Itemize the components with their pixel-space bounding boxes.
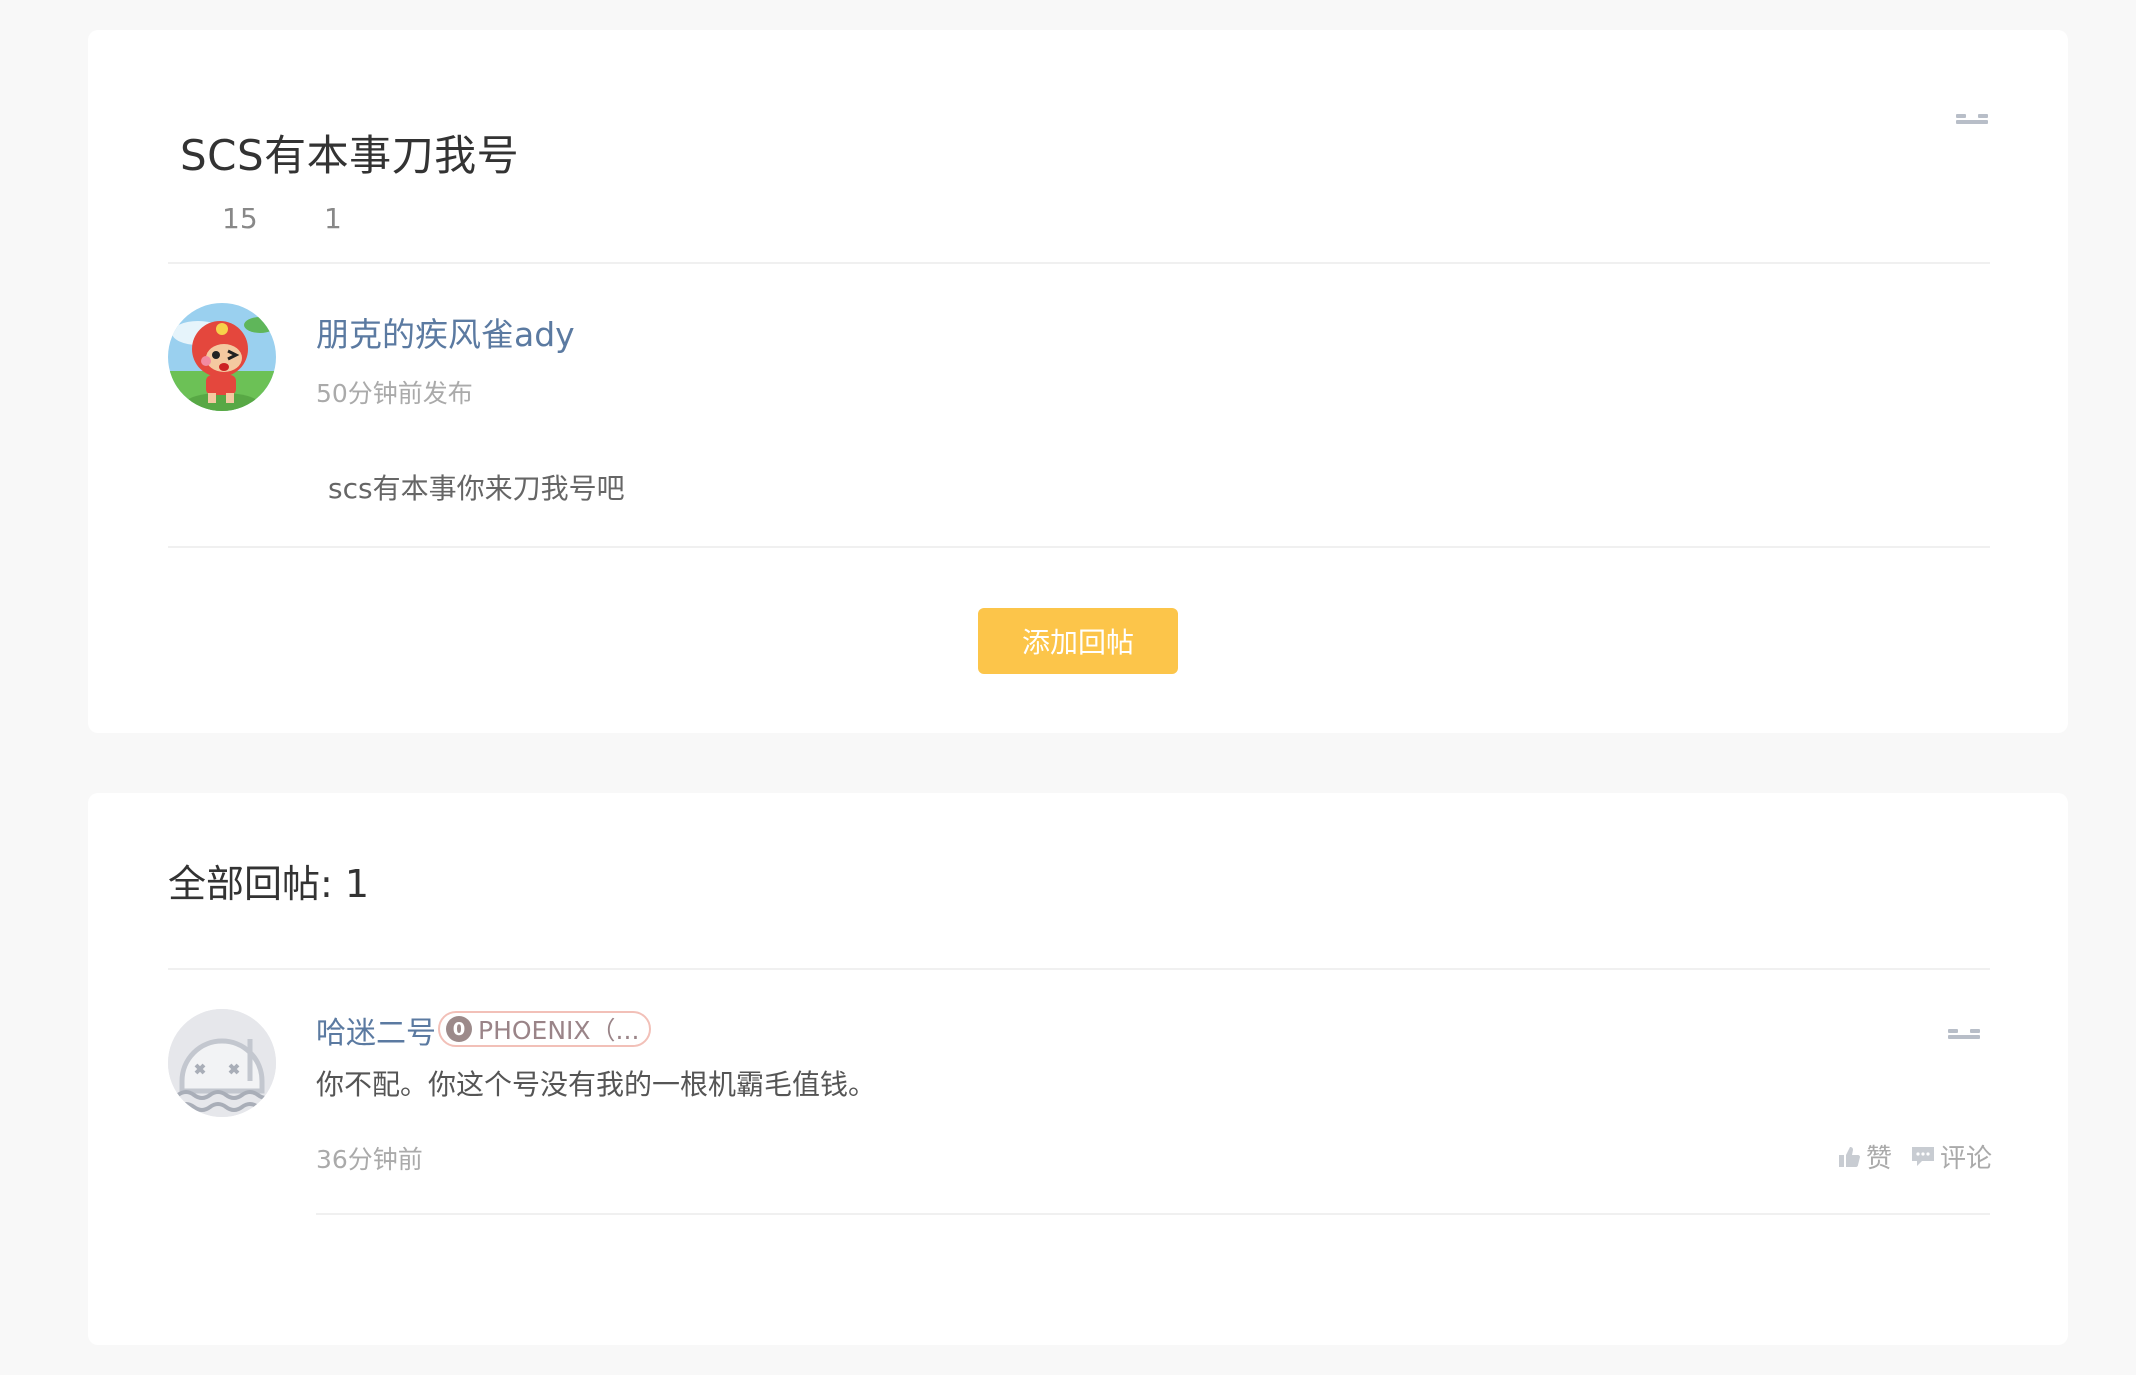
reply-count: 1: [324, 202, 342, 235]
divider: [316, 1213, 1990, 1215]
comment-label: 评论: [1940, 1144, 1993, 1174]
thumbs-up-icon: [1839, 1146, 1860, 1167]
replies-header: 全部回帖: 1: [168, 862, 370, 906]
post-title: SCS有本事刀我号: [180, 131, 520, 180]
add-reply-button[interactable]: 添加回帖: [978, 608, 1178, 674]
post-time: 50分钟前发布: [316, 379, 473, 408]
view-count: 15: [222, 202, 258, 235]
divider: [168, 262, 1990, 264]
reply-content: 你不配。你这个号没有我的一根机霸毛值钱。: [316, 1068, 877, 1101]
reply-author-name[interactable]: 哈迷二号: [316, 1008, 436, 1052]
replies-card: 全部回帖: 1 哈迷二号 0 PHOENIX（... 你不配。你这个号没有我的一…: [88, 793, 2068, 1345]
comment-icon: [1912, 1146, 1934, 1166]
author-avatar[interactable]: [168, 303, 276, 411]
post-content: scs有本事你来刀我号吧: [328, 472, 625, 505]
like-button[interactable]: 赞: [1838, 1138, 1892, 1175]
divider: [168, 546, 1990, 548]
like-label: 赞: [1866, 1144, 1893, 1174]
reply-more-menu-icon[interactable]: [1948, 1029, 1980, 1041]
comment-button[interactable]: 评论: [1910, 1138, 1992, 1175]
more-menu-icon[interactable]: [1956, 114, 1988, 126]
badge-text: PHOENIX（...: [478, 1016, 640, 1045]
post-card: SCS有本事刀我号 15 1 朋克的疾风雀ady 50分钟前发布 scs有本事你…: [88, 30, 2068, 733]
author-name[interactable]: 朋克的疾风雀ady: [316, 308, 575, 356]
level-badge-icon: 0: [446, 1016, 472, 1042]
divider: [168, 968, 1990, 970]
level-badge[interactable]: 0 PHOENIX（...: [438, 1011, 652, 1047]
reply-time: 36分钟前: [316, 1145, 423, 1174]
reply-avatar[interactable]: [168, 1009, 276, 1117]
